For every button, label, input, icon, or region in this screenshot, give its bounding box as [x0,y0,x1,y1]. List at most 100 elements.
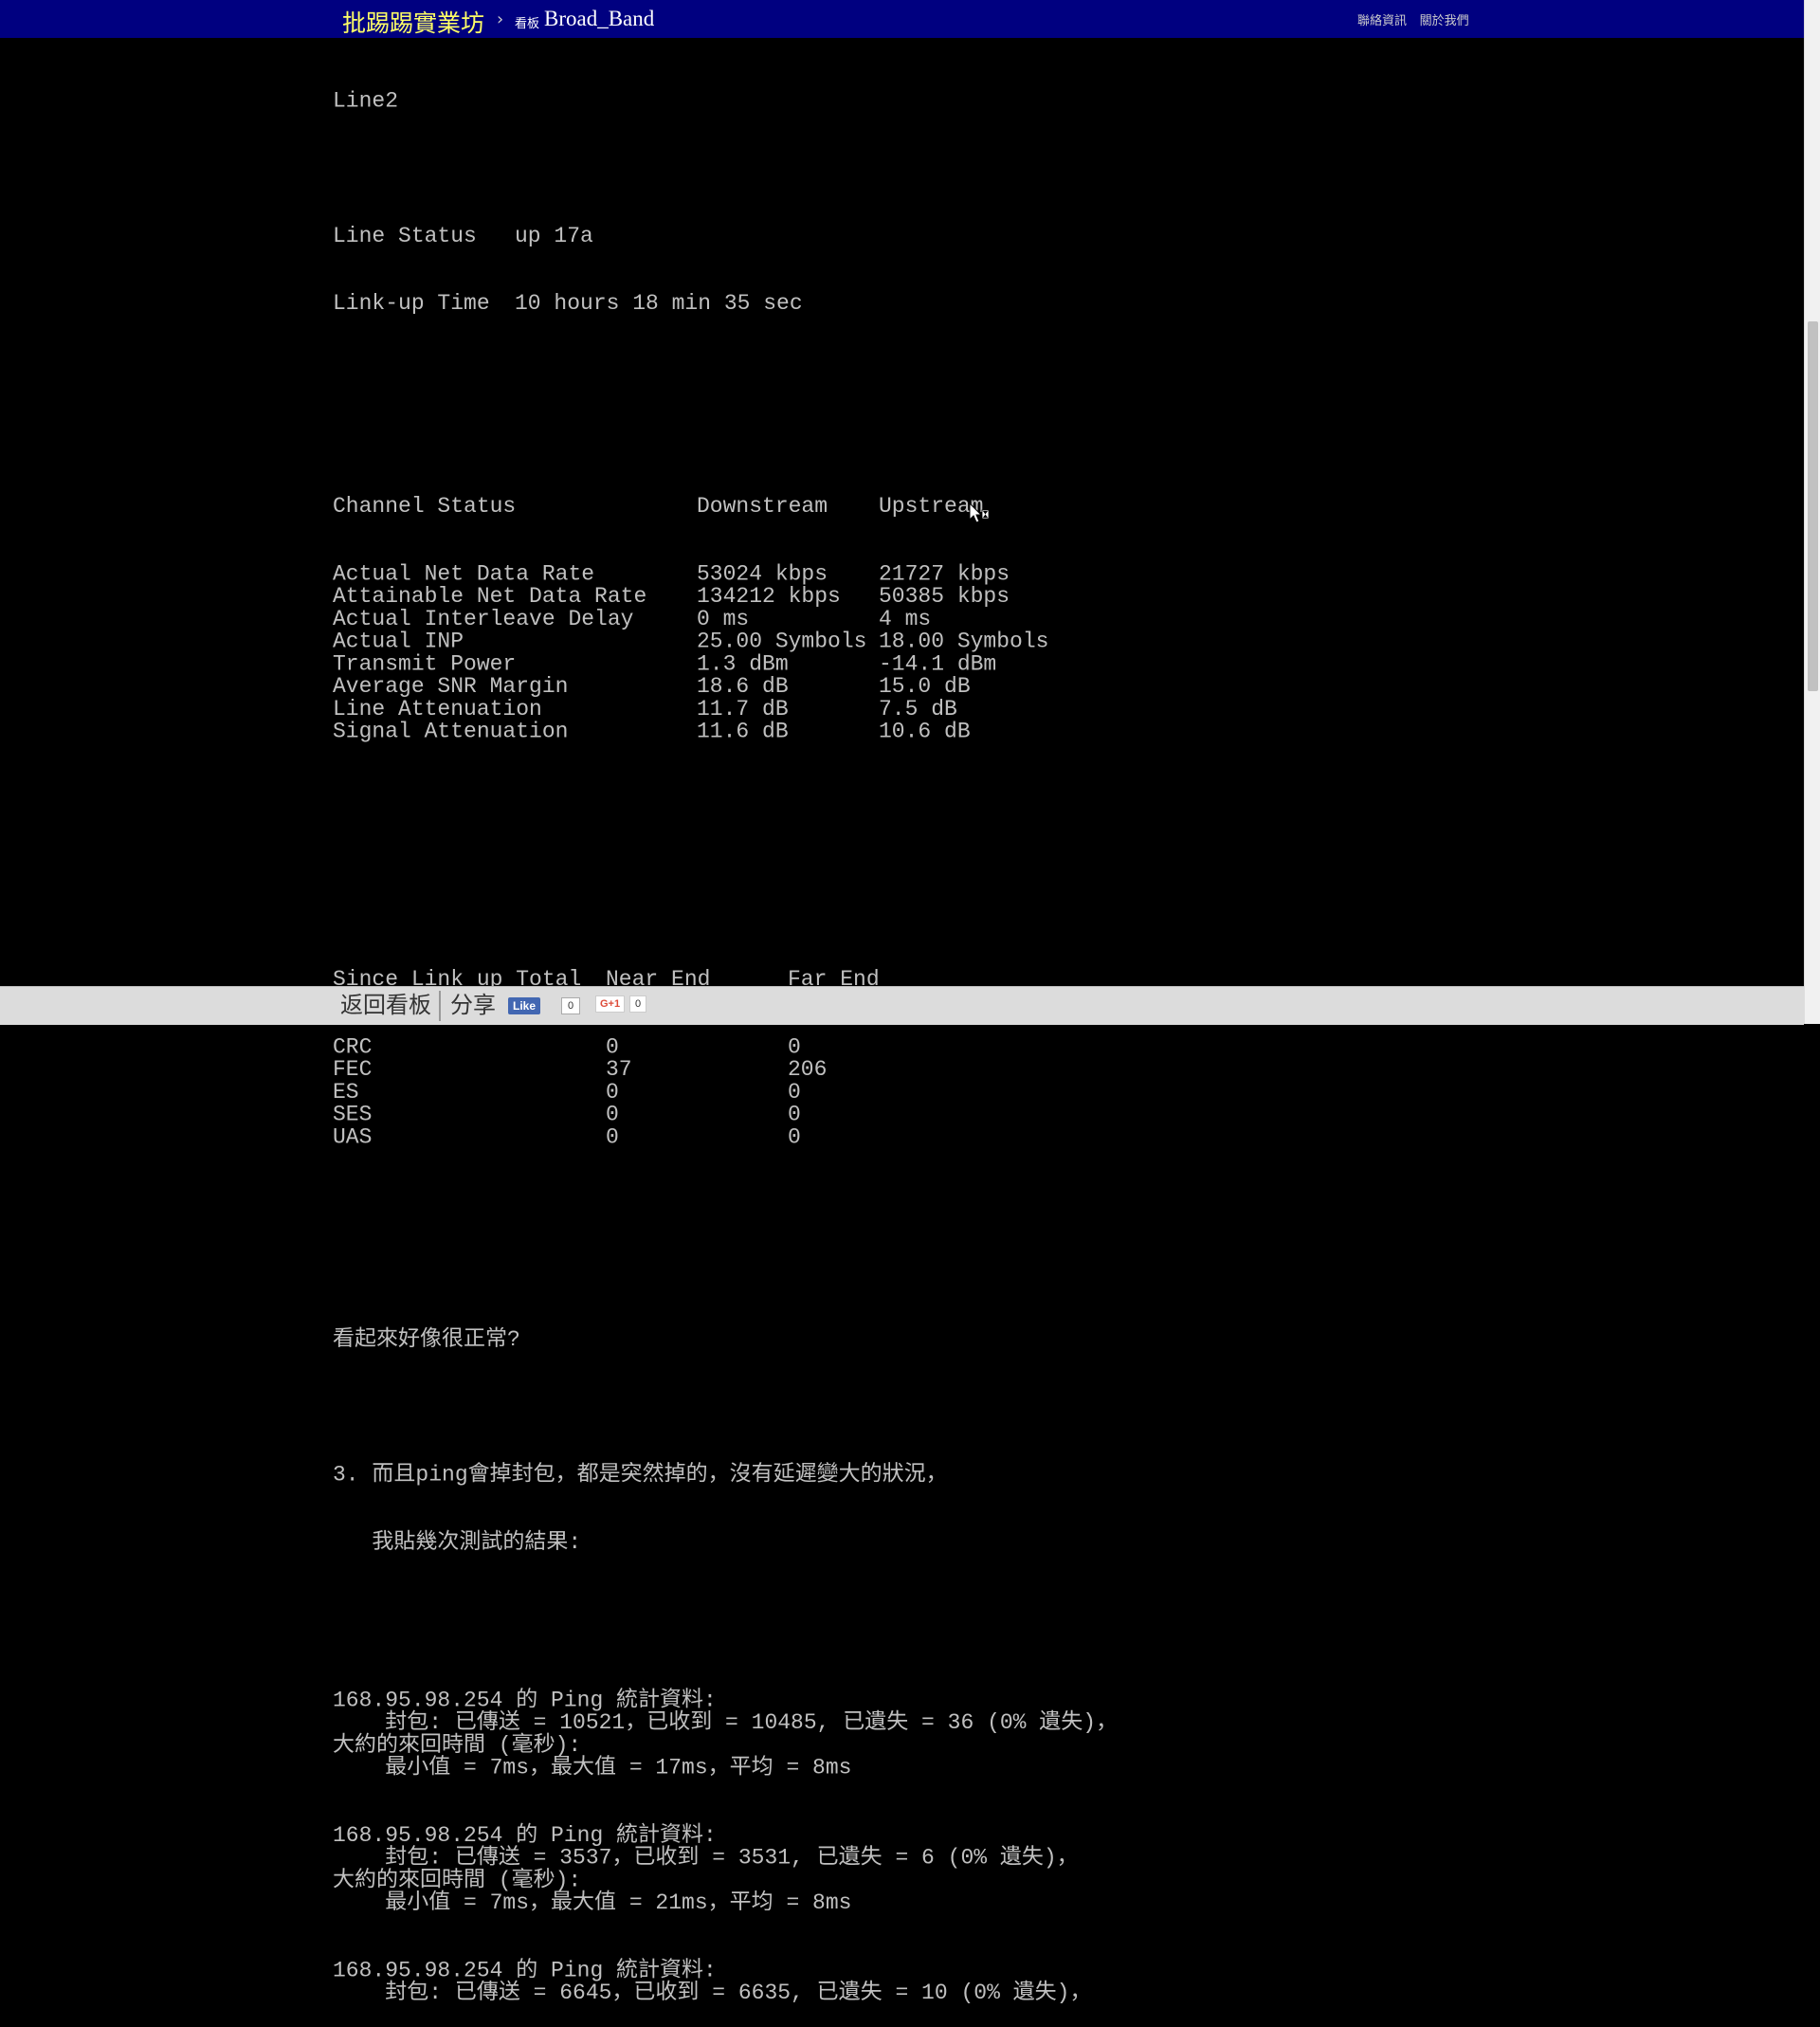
bottom-bar: 返回看板 分享 Like 0 G+1 0 [0,986,1804,1025]
share-label: 分享 [450,993,496,1018]
channel-status-cell: 15.0 dB [879,674,971,700]
channel-status-cell: Attainable Net Data Rate [333,584,647,609]
vertical-scrollbar[interactable] [1804,0,1820,1024]
channel-status-row: Actual Interleave Delay 0 ms 4 ms [333,608,1243,630]
google-plus-count: 0 [629,995,646,1013]
link-up-time-label: Link-up Time [333,291,490,317]
ping-results: 168.95.98.254 的 Ping 統計資料: 封包: 已傳送 = 105… [333,1689,1243,2004]
board-name-link[interactable]: Broad_Band [544,7,654,31]
error-counter-row: UAS 0 0 [333,1125,1243,1148]
channel-status-cell: -14.1 dBm [879,651,997,677]
error-counter-cell: ES [333,1079,359,1105]
point3-line2: 我貼幾次測試的結果: [333,1530,582,1555]
facebook-like-count: 0 [561,997,580,1014]
ping-result-block: 168.95.98.254 的 Ping 統計資料: 封包: 已傳送 = 353… [333,1824,1243,1960]
ping-rtt-label: 大約的來回時間 (毫秒): [333,1733,582,1758]
channel-status-cell: 1.3 dBm [697,651,789,677]
channel-status-cell: 50385 kbps [879,584,1010,609]
channel-status-cell: 18.6 dB [697,674,789,700]
channel-status-cell: 134212 kbps [697,584,841,609]
article-content: Line2 Line Status up 17a Link-up Time 10 h… [333,45,1243,2027]
breadcrumb-chevron-icon: › [495,9,505,29]
channel-status-cell: Transmit Power [333,651,517,677]
link-up-time-value: 10 hours 18 min 35 sec [515,291,803,317]
site-logo-link[interactable]: 批踢踢實業坊 [342,5,484,39]
link-up-time-row: Link-up Time 10 hours 18 min 35 sec [333,292,1243,315]
facebook-like-icon[interactable]: Like [508,997,541,1014]
error-counter-cell: 0 [788,1034,801,1060]
channel-status-row: Line Attenuation 11.7 dB 7.5 dB [333,698,1243,721]
channel-header-cell: Channel Status [333,494,517,519]
ping-title: 168.95.98.254 的 Ping 統計資料: [333,1688,717,1713]
back-to-board-button[interactable]: 返回看板 [333,991,441,1021]
mouse-cursor-icon [969,502,990,523]
error-counter-row: ES 0 0 [333,1081,1243,1104]
ping-title: 168.95.98.254 的 Ping 統計資料: [333,1958,717,1983]
error-counter-row: SES 0 0 [333,1104,1243,1126]
error-counter-cell: 0 [606,1124,619,1150]
error-counter-cell: 206 [788,1057,828,1082]
scrollbar-thumb[interactable] [1808,321,1818,691]
top-navigation-bar: 批踢踢實業坊 › 看板 Broad_Band 聯絡資訊 關於我們 [0,0,1804,38]
channel-status-cell: Line Attenuation [333,697,542,721]
channel-header-cell: Upstream [879,494,984,519]
line-status-value: up 17a [515,224,593,248]
error-counter-row: FEC 37 206 [333,1058,1243,1081]
facebook-like-label: Like [513,999,537,1013]
ping-result-block: 168.95.98.254 的 Ping 統計資料: 封包: 已傳送 = 664… [333,1960,1243,2005]
comment-text: 看起來好像很正常? [333,1327,520,1353]
ping-rtt: 最小值 = 7ms，最大值 = 17ms，平均 = 8ms [333,1755,852,1780]
channel-header-cell: Downstream [697,494,828,519]
channel-status-cell: 11.7 dB [697,697,789,721]
error-counter-cell: CRC [333,1034,373,1060]
channel-status-cell: Actual Net Data Rate [333,561,595,587]
channel-status-row: Attainable Net Data Rate 134212 kbps 50385… [333,585,1243,608]
ping-rtt-label: 大約的來回時間 (毫秒): [333,1868,582,1893]
channel-status-cell: 18.00 Symbols [879,629,1049,654]
ping-rtt: 最小值 = 7ms，最大值 = 21ms，平均 = 8ms [333,1890,852,1916]
channel-status-row: Transmit Power 1.3 dBm -14.1 dBm [333,653,1243,676]
channel-status-table: Channel Status Downstream Upstream Actual … [333,450,1243,788]
channel-status-cell: 0 ms [697,607,750,631]
ping-title: 168.95.98.254 的 Ping 統計資料: [333,1823,717,1848]
channel-status-cell: 7.5 dB [879,697,957,721]
channel-status-cell: 10.6 dB [879,719,971,744]
ping-result-block: 168.95.98.254 的 Ping 統計資料: 封包: 已傳送 = 105… [333,1689,1243,1824]
error-counter-cell: 0 [606,1102,619,1127]
board-tag-label: 看板 [515,16,540,30]
error-counter-cell: 0 [606,1034,619,1060]
error-counter-cell: FEC [333,1057,373,1082]
channel-status-cell: Signal Attenuation [333,719,569,744]
about-us-link[interactable]: 關於我們 [1420,13,1469,27]
channel-status-cell: Actual INP [333,629,464,654]
channel-status-cell: Actual Interleave Delay [333,607,634,631]
contact-info-link[interactable]: 聯絡資訊 [1357,13,1407,27]
line-status-row: Line Status up 17a [333,225,1243,247]
error-counter-cell: 0 [788,1124,801,1150]
channel-status-cell: 11.6 dB [697,719,789,744]
header-links: 聯絡資訊 關於我們 [1357,10,1479,28]
error-counter-table: Since Link up Total Near End Far End CRC 0 0… [333,923,1243,1194]
line-status-label: Line Status [333,224,477,248]
ping-packets: 封包: 已傳送 = 10521，已收到 = 10485, 已遺失 = 36 (0… [333,1710,1119,1735]
line-name: Line2 [333,88,399,114]
channel-status-row: Average SNR Margin 18.6 dB 15.0 dB [333,675,1243,698]
channel-status-header: Channel Status Downstream Upstream [333,495,1243,518]
google-plus-icon[interactable]: G+1 [595,995,626,1013]
channel-status-row: Actual Net Data Rate 53024 kbps 21727 kbps [333,562,1243,585]
channel-status-cell: 25.00 Symbols [697,629,867,654]
error-counter-cell: SES [333,1102,373,1127]
channel-status-row: Actual INP 25.00 Symbols 18.00 Symbols [333,630,1243,653]
ping-packets: 封包: 已傳送 = 3537，已收到 = 3531, 已遺失 = 6 (0% 遺… [333,1845,1079,1871]
error-counter-cell: 0 [788,1102,801,1127]
channel-status-cell: 53024 kbps [697,561,828,587]
channel-status-row: Signal Attenuation 11.6 dB 10.6 dB [333,721,1243,743]
error-counter-cell: 0 [788,1079,801,1105]
point3-line1: 3. 而且ping會掉封包，都是突然掉的，沒有延遲變大的狀況， [333,1462,948,1488]
channel-status-cell: 4 ms [879,607,932,631]
error-counter-cell: UAS [333,1124,373,1150]
error-counter-cell: 37 [606,1057,632,1082]
ping-packets: 封包: 已傳送 = 6645，已收到 = 6635, 已遺失 = 10 (0% … [333,1981,1092,2006]
channel-status-cell: Average SNR Margin [333,674,569,700]
error-counter-cell: 0 [606,1079,619,1105]
